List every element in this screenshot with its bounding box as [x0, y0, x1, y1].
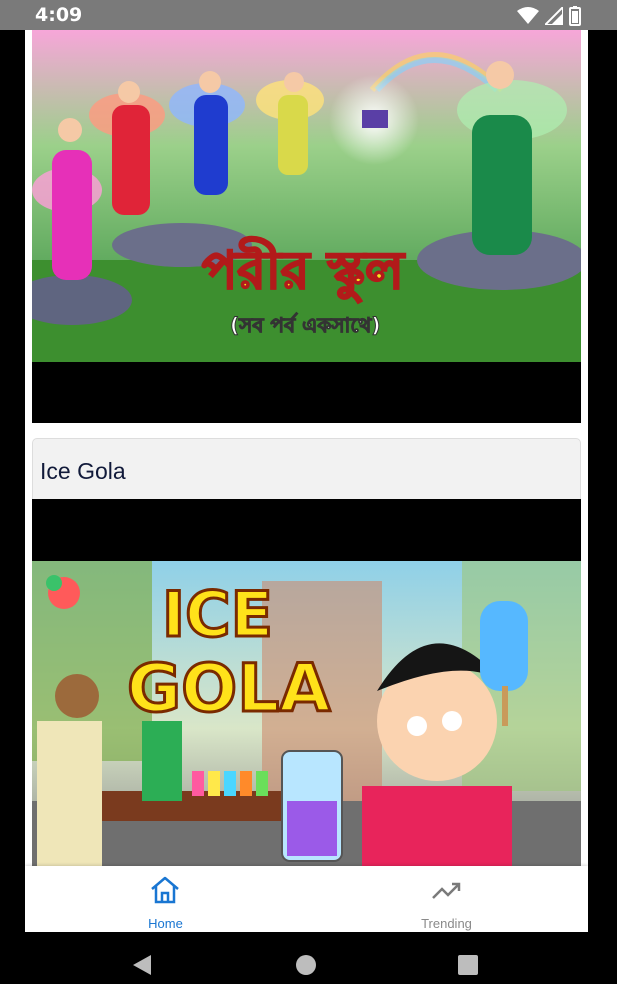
nav-home-label: Home — [148, 916, 183, 931]
app-screen: পরীর স্কুল (সব পর্ব একসাথে) Ice Gola ICE… — [25, 30, 588, 932]
bottom-navigation: Home Trending — [25, 866, 588, 932]
status-icons — [517, 6, 581, 26]
wifi-icon — [517, 7, 539, 24]
signal-icon — [545, 7, 563, 25]
status-bar: 4:09 — [0, 0, 617, 30]
video-card-1[interactable]: পরীর স্কুল (সব পর্ব একসাথে) — [32, 30, 581, 423]
video-card-2[interactable]: ICE GOLA — [32, 499, 581, 866]
video-black-band-1 — [32, 362, 581, 423]
video-card-header-2: Ice Gola — [32, 438, 581, 500]
video-title[interactable]: Ice Gola — [40, 458, 126, 485]
video-black-band-2 — [32, 499, 581, 561]
status-time: 4:09 — [35, 4, 83, 26]
thumbnail-ice-gola-image: ICE GOLA — [32, 561, 581, 866]
thumbnail-title-text: পরীর স্কুল — [202, 237, 406, 304]
nav-home[interactable]: Home — [25, 866, 306, 932]
home-icon — [151, 876, 179, 904]
battery-icon — [569, 6, 581, 26]
recents-icon[interactable] — [457, 954, 479, 976]
home-circle-icon[interactable] — [295, 954, 317, 976]
trending-icon — [432, 882, 461, 899]
thumbnail-subtitle-text: (সব পর্ব একসাথে) — [230, 312, 380, 337]
video-thumbnail-1[interactable]: পরীর স্কুল (সব পর্ব একসাথে) — [32, 30, 581, 362]
back-icon[interactable] — [131, 953, 153, 977]
thumbnail-line2-text: GOLA — [127, 650, 330, 727]
system-navigation-bar — [0, 932, 617, 984]
nav-trending-label: Trending — [421, 916, 472, 931]
nav-trending[interactable]: Trending — [306, 866, 587, 932]
thumbnail-line1-text: ICE — [162, 578, 273, 651]
video-thumbnail-2[interactable]: ICE GOLA — [32, 561, 581, 866]
thumbnail-fairy-school-image: পরীর স্কুল (সব পর্ব একসাথে) — [32, 30, 581, 362]
